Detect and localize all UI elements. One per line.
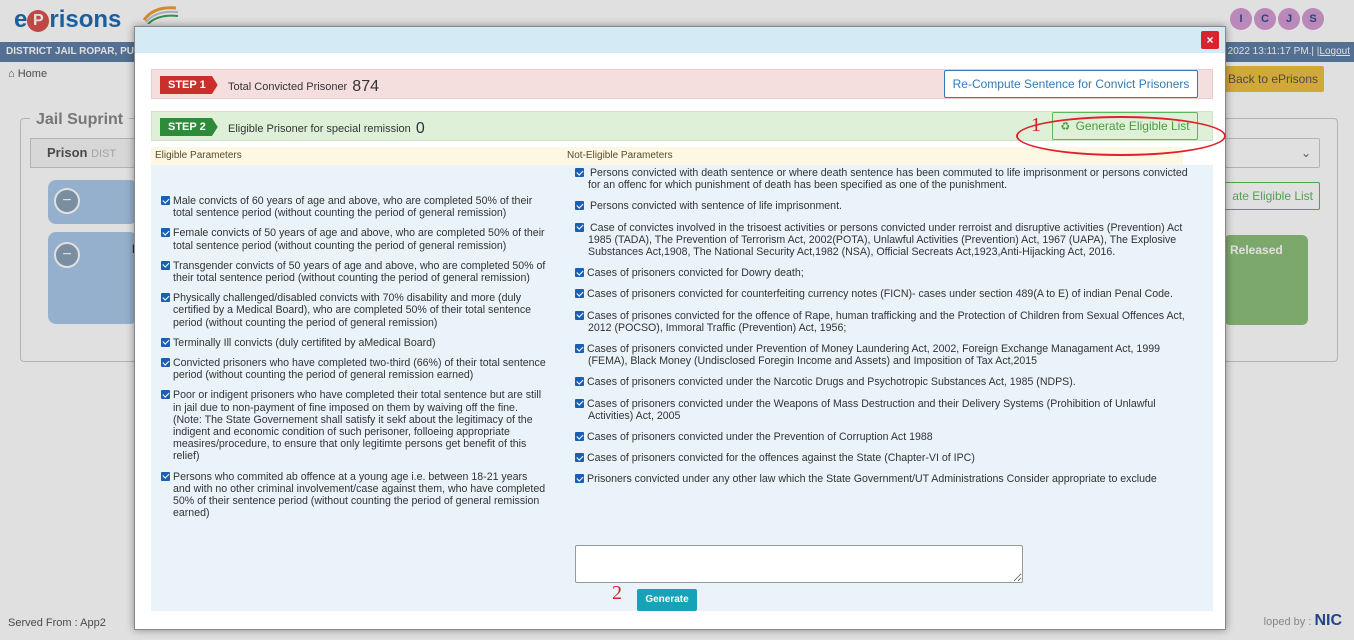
step1-tag: STEP 1	[160, 76, 218, 94]
not-eligible-param-text: Persons convicted with sentence of life …	[587, 200, 842, 213]
not-eligible-param-item: Cases of prisoners convicted for counter…	[575, 288, 1191, 300]
eligible-param-item: Convicted prisoners who have completed t…	[161, 357, 547, 381]
not-eligible-params-list: Persons convicted with death sentence or…	[575, 167, 1191, 495]
special-remission-modal: × STEP 1 Total Convicted Prisoner 874 Re…	[134, 26, 1226, 630]
not-eligible-param-text: Cases of prisoners convicted for counter…	[587, 288, 1173, 301]
not-eligible-param-text: Cases of prisoners convicted under the P…	[587, 431, 933, 444]
not-eligible-param-item: Cases of prisoners convicted under Preve…	[575, 343, 1191, 367]
checkbox[interactable]	[575, 268, 584, 278]
step1-bar: STEP 1 Total Convicted Prisoner 874 Re-C…	[151, 69, 1213, 99]
not-eligible-header: Not-Eligible Parameters	[567, 150, 673, 161]
annotation-marker-1: 1	[1031, 114, 1041, 136]
modal-header: ×	[135, 27, 1225, 53]
not-eligible-param-text: Case of convictes involved in the trisoe…	[587, 221, 1183, 259]
eligible-param-item: Transgender convicts of 50 years of age …	[161, 260, 547, 284]
eligible-header: Eligible Parameters	[155, 150, 242, 161]
eligible-param-item: Physically challenged/disabled convicts …	[161, 292, 547, 329]
checkbox[interactable]	[161, 337, 170, 347]
step2-label: Eligible Prisoner for special remission	[228, 123, 411, 135]
eligible-param-text: Convicted prisoners who have completed t…	[173, 357, 546, 382]
not-eligible-param-text: Cases of prisoners convicted under Preve…	[587, 343, 1161, 368]
checkbox[interactable]	[575, 474, 584, 484]
not-eligible-param-item: Cases of prisoners convicted under the W…	[575, 398, 1191, 422]
checkbox[interactable]	[161, 196, 170, 205]
not-eligible-param-text: Cases of prisoners convicted for the off…	[587, 452, 975, 465]
checkbox[interactable]	[575, 453, 584, 463]
checkbox[interactable]	[575, 398, 584, 408]
not-eligible-param-item: Cases of prisoners convicted under the N…	[575, 376, 1191, 388]
eligible-params-list: Male convicts of 60 years of age and abo…	[161, 195, 547, 527]
not-eligible-param-text: Cases of prisoners convicted for Dowry d…	[587, 267, 804, 280]
recompute-sentence-button[interactable]: Re-Compute Sentence for Convict Prisoner…	[944, 70, 1198, 98]
eligible-param-item: Terminally Ill convicts (duly certifited…	[161, 337, 547, 349]
eligible-param-text: Transgender convicts of 50 years of age …	[173, 259, 546, 285]
parameters-body: Male convicts of 60 years of age and abo…	[151, 165, 1213, 611]
total-convicted-count: 874	[352, 78, 379, 95]
eligible-param-text: Persons who commited ab offence at a you…	[173, 470, 546, 520]
checkbox[interactable]	[161, 260, 170, 270]
checkbox[interactable]	[575, 377, 584, 387]
not-eligible-param-text: Cases of prisoners convicted under the N…	[587, 376, 1076, 389]
not-eligible-param-item: Cases of prisones convicted for the offe…	[575, 310, 1191, 334]
step1-label: Total Convicted Prisoner	[228, 81, 348, 93]
step2-tag: STEP 2	[160, 118, 218, 136]
eligible-param-text: Physically challenged/disabled convicts …	[173, 292, 532, 329]
checkbox[interactable]	[575, 344, 584, 354]
checkbox[interactable]	[575, 201, 584, 211]
not-eligible-param-item: Persons convicted with death sentence or…	[575, 167, 1191, 191]
checkbox[interactable]	[161, 228, 170, 238]
checkbox[interactable]	[161, 390, 170, 400]
eligible-param-item: Male convicts of 60 years of age and abo…	[161, 195, 547, 219]
not-eligible-param-item: Cases of prisoners convicted for Dowry d…	[575, 267, 1191, 279]
step2-text: Eligible Prisoner for special remission …	[228, 120, 425, 138]
not-eligible-param-item: Persons convicted with sentence of life …	[575, 200, 1191, 212]
eligible-param-text: Poor or indigent prisoners who have comp…	[173, 389, 542, 463]
checkbox[interactable]	[575, 310, 584, 320]
generate-button[interactable]: Generate	[637, 589, 697, 611]
not-eligible-param-item: Cases of prisoners convicted for the off…	[575, 452, 1191, 464]
not-eligible-param-text: Persons convicted with death sentence or…	[587, 167, 1188, 192]
eligible-param-item: Persons who commited ab offence at a you…	[161, 471, 547, 520]
not-eligible-param-item: Cases of prisoners convicted under the P…	[575, 431, 1191, 443]
not-eligible-param-text: Cases of prisones convicted for the offe…	[587, 309, 1185, 334]
checkbox[interactable]	[575, 222, 584, 232]
eligible-param-item: Female convicts of 50 years of age and a…	[161, 227, 547, 252]
not-eligible-param-text: Prisoners convicted under any other law …	[587, 473, 1157, 486]
eligible-count: 0	[415, 120, 425, 137]
annotation-ellipse	[1016, 116, 1226, 156]
not-eligible-param-item: Case of convictes involved in the trisoe…	[575, 222, 1191, 259]
eligible-param-text: Male convicts of 60 years of age and abo…	[173, 195, 533, 220]
step1-text: Total Convicted Prisoner 874	[228, 78, 379, 96]
remarks-textarea[interactable]	[575, 545, 1023, 583]
not-eligible-param-text: Cases of prisoners convicted under the W…	[587, 397, 1156, 422]
checkbox[interactable]	[575, 432, 584, 442]
eligible-param-text: Female convicts of 50 years of age and a…	[173, 227, 545, 252]
checkbox[interactable]	[575, 168, 584, 177]
checkbox[interactable]	[161, 471, 170, 481]
eligible-param-item: Poor or indigent prisoners who have comp…	[161, 389, 547, 462]
close-button[interactable]: ×	[1201, 31, 1219, 49]
checkbox[interactable]	[161, 293, 170, 303]
parameters-header: Eligible Parameters Not-Eligible Paramet…	[151, 147, 1183, 165]
not-eligible-param-item: Prisoners convicted under any other law …	[575, 473, 1191, 485]
eligible-param-text: Terminally Ill convicts (duly certifited…	[173, 336, 436, 349]
checkbox[interactable]	[161, 358, 170, 368]
checkbox[interactable]	[575, 289, 584, 299]
annotation-marker-2: 2	[612, 582, 622, 604]
